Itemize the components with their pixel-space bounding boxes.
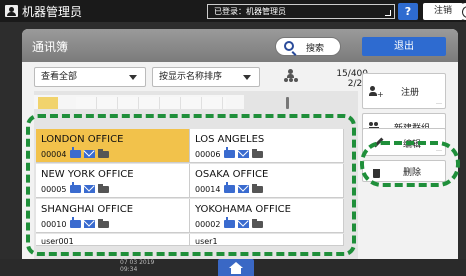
register-button[interactable]: + 注册 …: [362, 73, 446, 109]
filter-select-value: 查看全部: [41, 72, 78, 82]
time: 09:34: [120, 266, 138, 273]
chevron-down-icon: [243, 75, 251, 80]
register-label: 注册: [401, 88, 420, 98]
entry-counts: 15/400 2/20: [312, 69, 368, 89]
exit-button[interactable]: 退出: [362, 37, 446, 56]
user-icon: [5, 5, 18, 17]
logout-button[interactable]: 注销: [423, 3, 463, 20]
total-count: 15/400: [336, 69, 368, 79]
top-status-bar: 机器管理员 已登录：机器管理员 ? 注销: [0, 0, 466, 22]
sort-select-value: 按显示名称排序: [159, 72, 223, 82]
filter-select[interactable]: 查看全部: [34, 67, 146, 87]
panel-header: 通讯簿 搜索 退出: [22, 29, 458, 62]
home-icon[interactable]: [218, 259, 254, 276]
search-icon: [284, 41, 294, 51]
people-icon: [284, 69, 298, 85]
side-tab-handle[interactable]: [458, 3, 466, 20]
search-button[interactable]: 搜索: [275, 37, 341, 56]
bottom-bar: 07 03 2019 09:34: [0, 259, 466, 276]
datetime: 07 03 2019 09:34: [120, 259, 154, 273]
help-button[interactable]: ?: [398, 3, 418, 20]
search-label: 搜索: [306, 44, 325, 54]
panel-title: 通讯簿: [32, 40, 69, 54]
login-status[interactable]: 已登录：机器管理员: [207, 4, 395, 19]
edit-highlight-callout: [360, 141, 460, 187]
index-tab-marker: [286, 97, 289, 109]
add-user-icon: +: [369, 86, 384, 99]
sort-select[interactable]: 按显示名称排序: [152, 67, 260, 87]
page-count: 2/20: [347, 79, 368, 89]
more-icon: …: [436, 99, 442, 106]
address-book-screen: 机器管理员 已登录：机器管理员 ? 注销 通讯簿 搜索 退出 查看全部 按显示名…: [0, 0, 466, 276]
app-title: 机器管理员: [22, 5, 83, 19]
list-highlight-callout: [26, 114, 356, 256]
date: 07 03 2019: [120, 259, 155, 266]
chevron-down-icon: [129, 75, 137, 80]
index-tab-strip[interactable]: [34, 95, 244, 109]
